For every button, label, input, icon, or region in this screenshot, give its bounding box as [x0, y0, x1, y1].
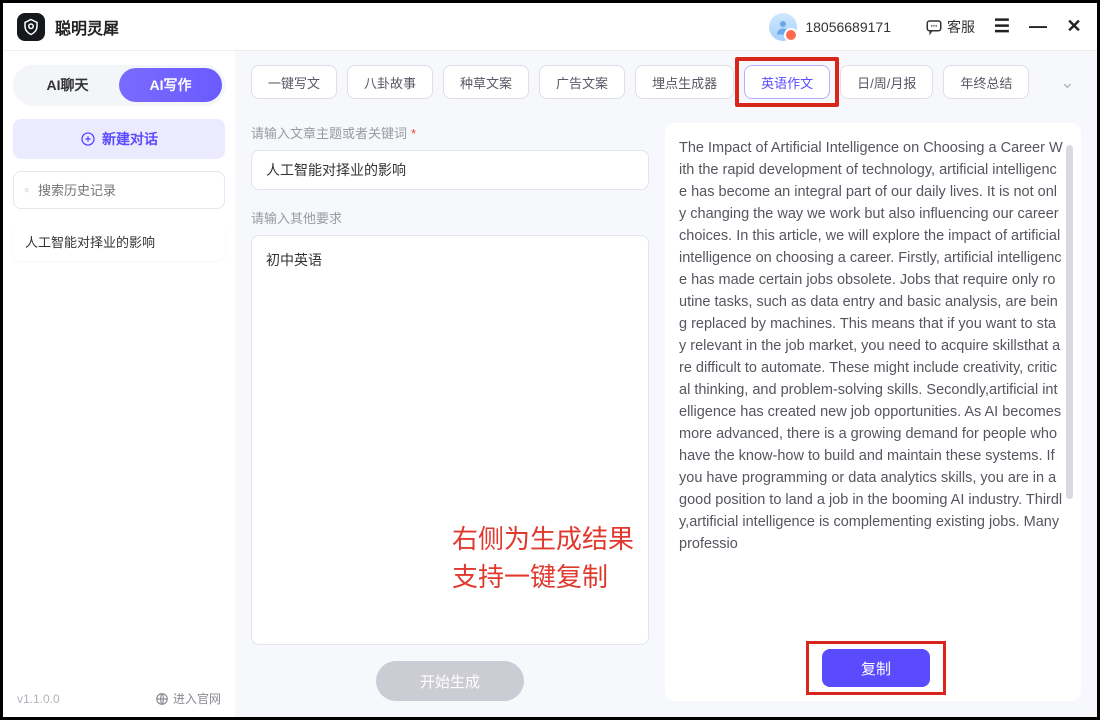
generate-button[interactable]: 开始生成 — [376, 661, 524, 701]
tool-tab[interactable]: 一键写文 — [251, 65, 337, 99]
other-label: 请输入其他要求 — [251, 208, 649, 227]
result-scroll-area[interactable]: The Impact of Artificial Intelligence on… — [679, 137, 1073, 637]
chevron-down-icon[interactable]: ⌄ — [1054, 72, 1081, 93]
result-column: The Impact of Artificial Intelligence on… — [665, 123, 1081, 701]
user-avatar[interactable] — [769, 13, 797, 41]
tool-tab[interactable]: 种草文案 — [443, 65, 529, 99]
content-columns: 请输入文章主题或者关键词 * 请输入其他要求 右侧为生成结果 支持一键复制 开始生… — [251, 123, 1081, 701]
support-label: 客服 — [947, 17, 975, 37]
tool-tabs-row: 一键写文 八卦故事 种草文案 广告文案 埋点生成器 英语作文 日/周/月报 年终… — [251, 65, 1081, 99]
minimize-button[interactable]: — — [1029, 16, 1047, 37]
menu-icon[interactable]: ☰ — [993, 16, 1011, 37]
new-chat-label: 新建对话 — [102, 129, 158, 149]
topic-input[interactable] — [266, 151, 634, 189]
globe-icon — [155, 692, 169, 706]
official-site-label: 进入官网 — [173, 690, 221, 707]
other-requirements-input[interactable] — [266, 250, 634, 630]
plus-circle-icon — [80, 131, 96, 147]
tool-tab[interactable]: 日/周/月报 — [840, 65, 933, 99]
official-site-link[interactable]: 进入官网 — [155, 690, 221, 707]
mode-tabs: AI聊天 AI写作 — [13, 65, 225, 105]
history-list: 人工智能对择业的影响 — [13, 221, 225, 261]
input-column: 请输入文章主题或者关键词 * 请输入其他要求 右侧为生成结果 支持一键复制 开始生… — [251, 123, 649, 701]
sidebar: AI聊天 AI写作 新建对话 人工智能对择业的影响 v1.1.0.0 进入官网 — [3, 51, 235, 717]
search-icon — [24, 183, 30, 198]
copy-button-wrap: 复制 — [679, 649, 1073, 687]
user-phone: 18056689171 — [805, 19, 891, 35]
topic-label: 请输入文章主题或者关键词 * — [251, 123, 649, 142]
required-mark-icon: * — [411, 126, 416, 141]
window-controls: ☰ — ✕ — [993, 16, 1083, 37]
topic-label-text: 请输入文章主题或者关键词 — [251, 126, 407, 141]
tool-tab[interactable]: 八卦故事 — [347, 65, 433, 99]
topic-input-wrap — [251, 150, 649, 190]
history-item[interactable]: 人工智能对择业的影响 — [13, 221, 225, 261]
tool-tab[interactable]: 年终总结 — [943, 65, 1029, 99]
chat-bubble-icon — [925, 18, 943, 36]
scrollbar-thumb[interactable] — [1066, 145, 1073, 499]
tool-tab-label: 英语作文 — [761, 73, 813, 92]
annotation-highlight-icon — [806, 641, 946, 695]
history-search[interactable] — [13, 171, 225, 209]
mode-tab-chat[interactable]: AI聊天 — [16, 68, 119, 102]
result-text: The Impact of Artificial Intelligence on… — [679, 137, 1073, 555]
app-window: 聪明灵犀 18056689171 客服 ☰ — ✕ AI聊天 AI写作 新建对话 — [0, 0, 1100, 720]
scrollbar-track — [1066, 141, 1073, 633]
close-button[interactable]: ✕ — [1065, 16, 1083, 37]
history-search-input[interactable] — [38, 183, 214, 198]
app-logo-icon — [17, 13, 45, 41]
tool-tab[interactable]: 埋点生成器 — [635, 65, 734, 99]
main-panel: 一键写文 八卦故事 种草文案 广告文案 埋点生成器 英语作文 日/周/月报 年终… — [235, 51, 1097, 717]
titlebar: 聪明灵犀 18056689171 客服 ☰ — ✕ — [3, 3, 1097, 51]
app-body: AI聊天 AI写作 新建对话 人工智能对择业的影响 v1.1.0.0 进入官网 — [3, 51, 1097, 717]
tool-tab[interactable]: 广告文案 — [539, 65, 625, 99]
sidebar-footer: v1.1.0.0 进入官网 — [13, 684, 225, 709]
app-title: 聪明灵犀 — [55, 15, 119, 39]
tool-tab-english-essay[interactable]: 英语作文 — [744, 65, 830, 99]
other-requirements-box: 右侧为生成结果 支持一键复制 — [251, 235, 649, 645]
mode-tab-write[interactable]: AI写作 — [119, 68, 222, 102]
version-label: v1.1.0.0 — [17, 692, 60, 706]
support-button[interactable]: 客服 — [925, 17, 975, 37]
new-chat-button[interactable]: 新建对话 — [13, 119, 225, 159]
